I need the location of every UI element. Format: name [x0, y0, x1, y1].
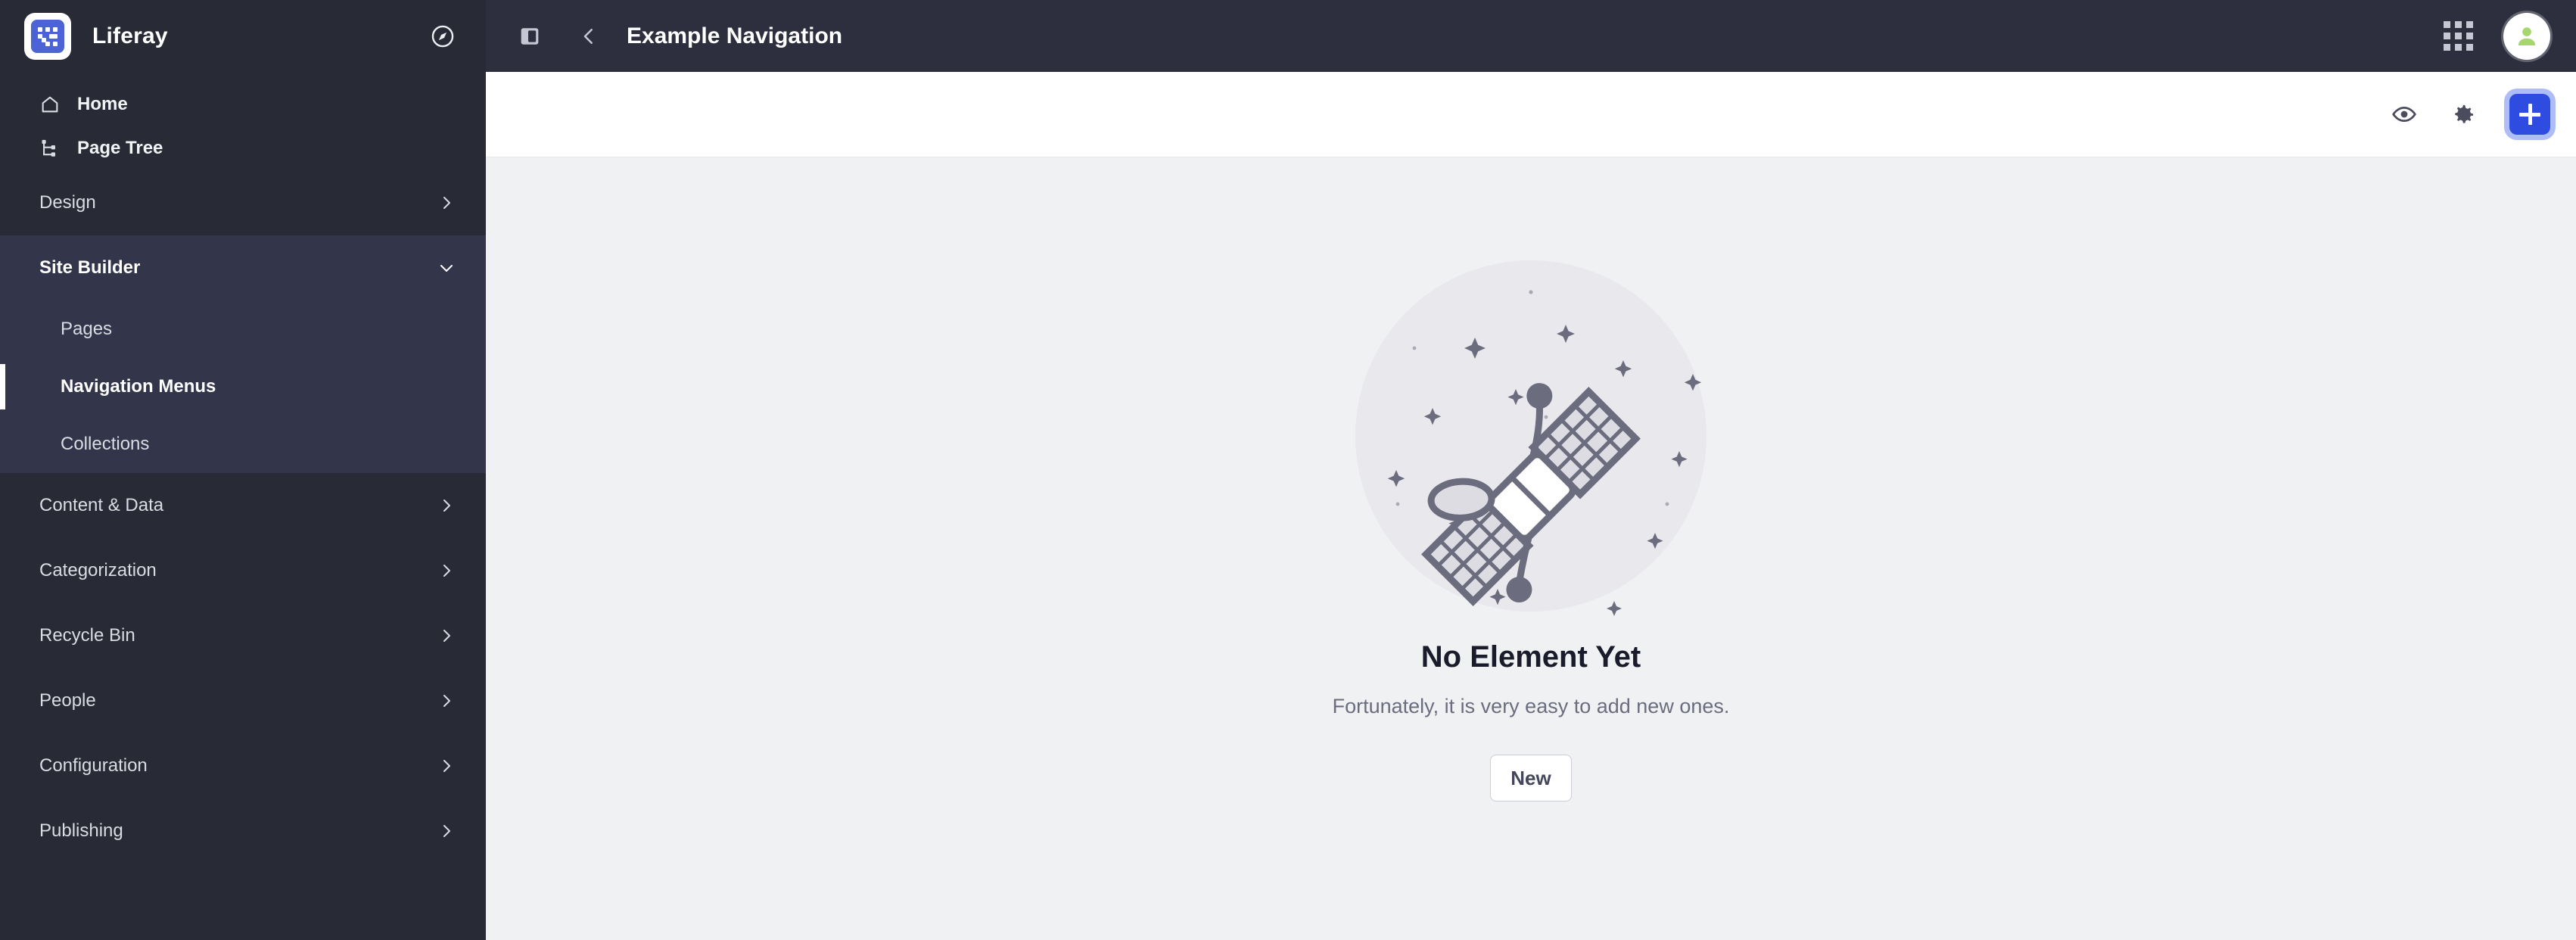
- user-avatar-icon[interactable]: [2503, 12, 2550, 60]
- sidebar-group-label: Site Builder: [39, 257, 141, 278]
- satellite-in-space-illustration: [1355, 260, 1706, 616]
- sidebar-brand: Liferay: [0, 0, 486, 72]
- topbar-actions: [2444, 12, 2550, 60]
- sidebar-group-categorization[interactable]: Categorization: [0, 538, 486, 603]
- sidebar-group-design[interactable]: Design: [0, 170, 486, 235]
- page-toolbar: [486, 72, 2576, 157]
- chevron-right-icon: [437, 692, 456, 710]
- sidebar-group-label: Content & Data: [39, 495, 164, 515]
- sidebar-group-label: People: [39, 690, 96, 711]
- empty-state-description: Fortunately, it is very easy to add new …: [1332, 695, 1730, 717]
- liferay-logo-icon[interactable]: [24, 12, 71, 60]
- content-area: No Element Yet Fortunately, it is very e…: [486, 157, 2576, 940]
- page-title: Example Navigation: [627, 23, 843, 48]
- sidebar: Liferay Home Page Tree Design Site Build…: [0, 0, 486, 940]
- sidebar-group-publishing[interactable]: Publishing: [0, 798, 486, 864]
- sidebar-group-label: Configuration: [39, 755, 148, 776]
- sidebar-primary-links: Home Page Tree: [0, 82, 486, 170]
- sidebar-subitem-label: Pages: [61, 319, 113, 339]
- sidebar-item-navigation-menus[interactable]: Navigation Menus: [0, 358, 486, 416]
- top-navigation-bar: Example Navigation: [486, 0, 2576, 72]
- sidebar-group-people[interactable]: People: [0, 668, 486, 733]
- add-element-button[interactable]: [2509, 94, 2550, 135]
- sidebar-group-recycle-bin[interactable]: Recycle Bin: [0, 603, 486, 668]
- sidebar-group-label: Design: [39, 192, 96, 213]
- sidebar-item-collections[interactable]: Collections: [0, 416, 486, 473]
- page-tree-icon: [39, 138, 65, 159]
- sidebar-group-configuration[interactable]: Configuration: [0, 733, 486, 798]
- new-button[interactable]: New: [1490, 755, 1572, 802]
- empty-state: No Element Yet Fortunately, it is very e…: [1221, 247, 1841, 802]
- sidebar-subitem-label: Navigation Menus: [61, 376, 216, 397]
- app-root: Liferay Home Page Tree Design Site Build…: [0, 0, 2576, 940]
- compass-icon[interactable]: [430, 23, 456, 49]
- chevron-right-icon: [437, 757, 456, 775]
- eye-icon[interactable]: [2391, 101, 2417, 127]
- sidebar-group-label: Publishing: [39, 820, 123, 841]
- sidebar-group-site-builder[interactable]: Site Builder: [0, 235, 486, 300]
- home-icon: [39, 94, 65, 115]
- chevron-right-icon: [437, 627, 456, 645]
- sidebar-item-home[interactable]: Home: [0, 82, 486, 126]
- sidebar-group-label: Categorization: [39, 560, 157, 580]
- sidebar-item-label: Page Tree: [77, 138, 163, 158]
- sidebar-nav: Home Page Tree Design Site Builder Pages…: [0, 72, 486, 864]
- sidebar-item-page-tree[interactable]: Page Tree: [0, 126, 486, 170]
- main-area: Example Navigation No Element Yet Fortun…: [486, 0, 2576, 940]
- sidebar-group-site-builder-section: Site Builder Pages Navigation Menus Coll…: [0, 235, 486, 473]
- brand-name: Liferay: [92, 23, 168, 48]
- gear-icon[interactable]: [2450, 101, 2476, 127]
- side-panel-toggle-icon[interactable]: [513, 20, 546, 53]
- sidebar-subitem-label: Collections: [61, 434, 150, 454]
- chevron-right-icon: [437, 496, 456, 515]
- sidebar-group-label: Recycle Bin: [39, 625, 135, 646]
- back-button[interactable]: [574, 20, 604, 53]
- grid-apps-icon[interactable]: [2444, 21, 2473, 51]
- empty-state-title: No Element Yet: [1420, 640, 1641, 674]
- chevron-down-icon: [437, 259, 456, 277]
- sidebar-item-pages[interactable]: Pages: [0, 300, 486, 358]
- chevron-right-icon: [437, 822, 456, 840]
- chevron-right-icon: [437, 194, 456, 212]
- chevron-right-icon: [437, 562, 456, 580]
- sidebar-group-content-and-data[interactable]: Content & Data: [0, 473, 486, 538]
- sidebar-item-label: Home: [77, 94, 128, 114]
